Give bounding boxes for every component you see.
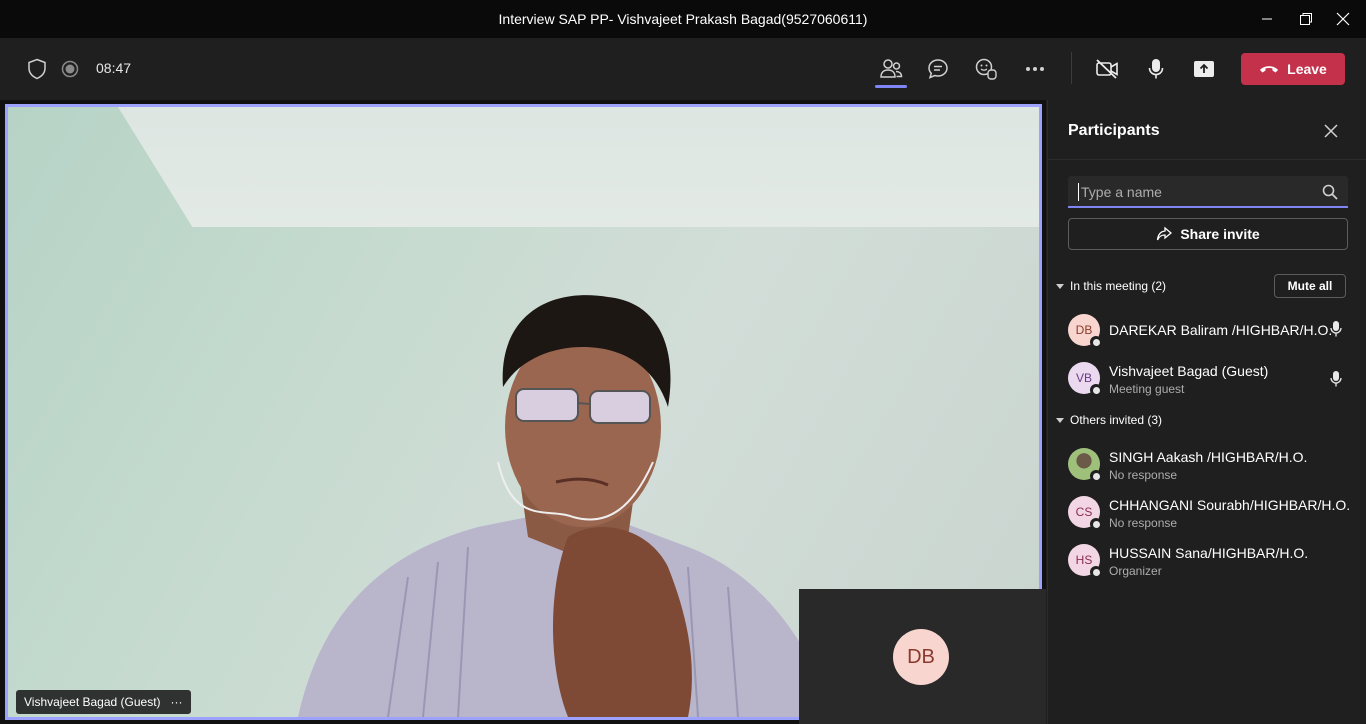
- participant-name: Vishvajeet Bagad (Guest): [1109, 363, 1269, 379]
- participant-name: SINGH Aakash /HIGHBAR/H.O.: [1109, 449, 1308, 465]
- share-content-button[interactable]: [1184, 49, 1224, 89]
- shield-icon: [28, 58, 46, 80]
- window-title: Interview SAP PP- Vishvajeet Prakash Bag…: [498, 11, 868, 27]
- video-name-tag: Vishvajeet Bagad (Guest) ···: [16, 690, 191, 714]
- reactions-icon: [975, 58, 997, 80]
- close-icon: [1324, 124, 1338, 138]
- others-invited-header: Others invited (3): [1070, 413, 1163, 427]
- presence-status-icon: [1090, 470, 1102, 482]
- participant-status: No response: [1109, 468, 1178, 482]
- video-participant-name: Vishvajeet Bagad (Guest): [24, 695, 161, 709]
- share-invite-button[interactable]: Share invite: [1068, 218, 1348, 250]
- participant-name: DAREKAR Baliram /HIGHBAR/H.O.: [1109, 322, 1333, 338]
- presence-status-icon: [1090, 518, 1102, 530]
- presence-status-icon: [1090, 336, 1102, 348]
- mic-icon[interactable]: [1330, 320, 1342, 338]
- leave-label: Leave: [1287, 61, 1327, 77]
- others-invited-section-toggle[interactable]: Others invited (3): [1056, 413, 1162, 427]
- participant-search[interactable]: [1068, 176, 1348, 208]
- presence-status-icon: [1090, 384, 1102, 396]
- close-panel-button[interactable]: [1320, 120, 1342, 142]
- panel-title: Participants: [1068, 122, 1160, 139]
- mic-icon: [1148, 59, 1164, 79]
- title-bar: Interview SAP PP- Vishvajeet Prakash Bag…: [0, 0, 1366, 38]
- participant-status: No response: [1109, 516, 1178, 530]
- self-avatar: DB: [893, 629, 949, 685]
- participant-name: CHHANGANI Sourabh/HIGHBAR/H.O.: [1109, 497, 1351, 513]
- recording-icon: [61, 60, 79, 78]
- show-conversation-button[interactable]: [918, 49, 958, 89]
- participant-role: Meeting guest: [1109, 382, 1185, 396]
- self-view-tile[interactable]: DB: [799, 589, 1046, 724]
- camera-toggle-button[interactable]: [1087, 49, 1127, 89]
- video-more-button[interactable]: ···: [171, 695, 183, 709]
- panel-divider: [1048, 159, 1366, 160]
- video-stage: Vishvajeet Bagad (Guest) ··· DB: [0, 100, 1046, 724]
- share-screen-icon: [1194, 61, 1214, 77]
- show-participants-button[interactable]: [871, 49, 911, 89]
- more-icon: [1026, 67, 1044, 71]
- reactions-button[interactable]: [966, 49, 1006, 89]
- more-actions-button[interactable]: [1015, 49, 1055, 89]
- people-icon: [880, 59, 903, 78]
- mic-toggle-button[interactable]: [1136, 49, 1176, 89]
- mic-icon[interactable]: [1330, 370, 1342, 388]
- presence-status-icon: [1090, 566, 1102, 578]
- participant-row[interactable]: VB Vishvajeet Bagad (Guest) Meeting gues…: [1068, 358, 1358, 398]
- close-icon: [1336, 12, 1350, 26]
- in-meeting-section-toggle[interactable]: In this meeting (2): [1056, 279, 1166, 293]
- chat-icon: [928, 59, 948, 79]
- search-icon: [1322, 184, 1338, 200]
- share-icon: [1157, 226, 1173, 241]
- participant-name: HUSSAIN Sana/HIGHBAR/H.O.: [1109, 545, 1309, 561]
- recording-indicator: [50, 49, 90, 89]
- invited-row[interactable]: CS CHHANGANI Sourabh/HIGHBAR/H.O. No res…: [1068, 492, 1358, 532]
- mute-all-button[interactable]: Mute all: [1274, 274, 1346, 298]
- chevron-down-icon: [1056, 283, 1064, 289]
- meeting-toolbar: 08:47 Leave: [0, 38, 1366, 100]
- chevron-down-icon: [1056, 417, 1064, 423]
- meeting-timer: 08:47: [96, 60, 132, 76]
- phone-hangup-icon: [1260, 66, 1279, 73]
- participant-row[interactable]: DB DAREKAR Baliram /HIGHBAR/H.O.: [1068, 310, 1358, 350]
- toolbar-divider: [1071, 52, 1072, 84]
- restore-icon: [1300, 13, 1312, 25]
- invited-row[interactable]: SINGH Aakash /HIGHBAR/H.O. No response: [1068, 444, 1358, 484]
- participant-status: Organizer: [1109, 564, 1162, 578]
- camera-off-icon: [1096, 59, 1118, 79]
- in-meeting-header: In this meeting (2): [1070, 279, 1167, 293]
- share-invite-label: Share invite: [1180, 226, 1260, 242]
- search-input[interactable]: [1078, 183, 1308, 201]
- invited-row[interactable]: HS HUSSAIN Sana/HIGHBAR/H.O. Organizer: [1068, 540, 1358, 580]
- leave-button[interactable]: Leave: [1241, 53, 1345, 85]
- close-window-button[interactable]: [1320, 0, 1366, 38]
- active-tab-indicator: [875, 85, 907, 88]
- participants-panel: Participants Share invite In this meetin…: [1047, 100, 1366, 724]
- minimize-icon: [1262, 18, 1272, 20]
